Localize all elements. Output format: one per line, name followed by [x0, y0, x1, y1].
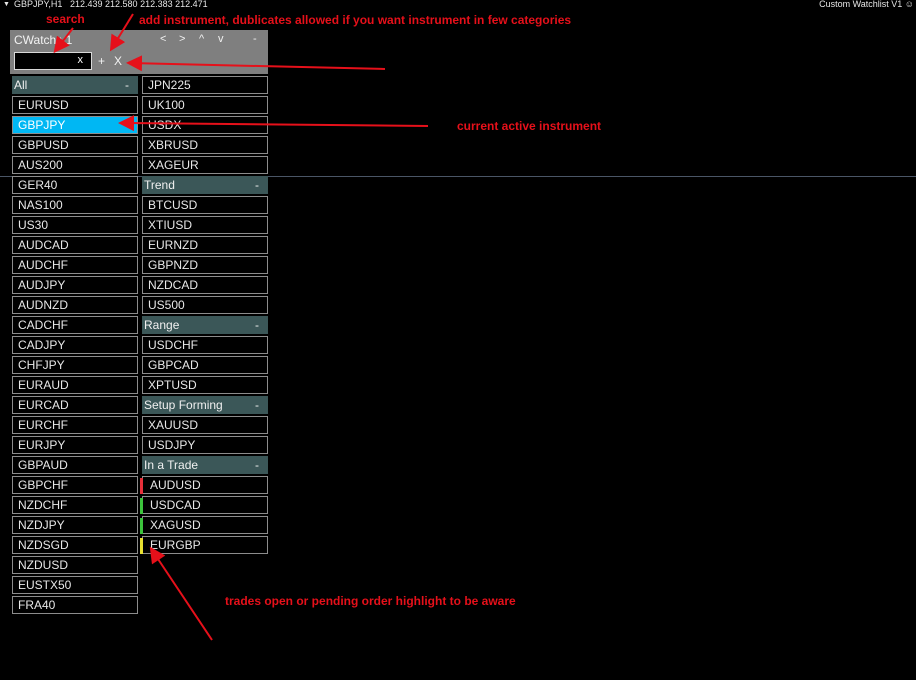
- arrow-add: [109, 13, 134, 52]
- arrow-active: [118, 115, 429, 132]
- arrow-trades: [149, 546, 213, 641]
- annotation-arrows: [53, 13, 429, 641]
- arrow-remove: [126, 55, 386, 72]
- arrow-search: [53, 27, 74, 54]
